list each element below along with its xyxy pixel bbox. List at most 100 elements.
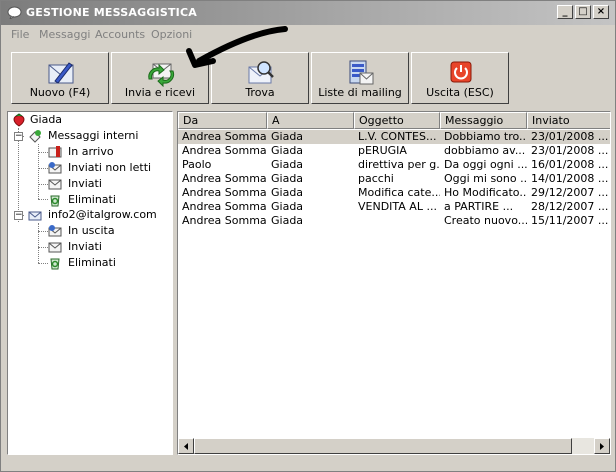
tree-root-label: Giada: [30, 113, 63, 126]
menu-opzioni[interactable]: Opzioni: [151, 28, 192, 41]
column-header-da[interactable]: Da: [178, 112, 267, 129]
arrow-left-icon: [184, 443, 188, 450]
cell-messaggio: Dobbiamo tro...: [444, 130, 527, 143]
title-bar: GESTIONE MESSAGGISTICA _ □ ×: [1, 1, 615, 25]
sent-icon: [48, 242, 62, 253]
new-message-button[interactable]: Nuovo (F4): [11, 52, 109, 104]
cell-oggetto: pERUGIA: [358, 144, 407, 157]
cell-a: Giada: [271, 186, 304, 199]
cell-a: Giada: [271, 158, 304, 171]
exit-icon: [450, 61, 472, 83]
scroll-right-button[interactable]: [594, 438, 610, 454]
menu-bar: File Messaggi Accounts Opzioni: [1, 25, 615, 45]
expander-account[interactable]: −: [14, 211, 23, 220]
tree-folder-label: Messaggi interni: [48, 129, 139, 142]
sent-unread-icon: [48, 162, 62, 174]
cell-da: Andrea Somma...: [182, 172, 267, 185]
cell-oggetto: pacchi: [358, 172, 394, 185]
cell-messaggio: dobbiamo av...: [444, 144, 526, 157]
cell-inviato: 16/01/2008 ...: [531, 158, 609, 171]
tree-item-label: Eliminati: [68, 256, 116, 269]
minimize-button[interactable]: _: [557, 5, 573, 19]
cell-da: Andrea Somma...: [182, 186, 267, 199]
cell-inviato: 23/01/2008 ...: [531, 144, 609, 157]
strawberry-icon: [13, 113, 25, 127]
menu-file[interactable]: File: [11, 28, 29, 41]
internal-messages-icon: [29, 130, 41, 143]
maximize-button[interactable]: □: [575, 5, 591, 19]
table-row[interactable]: Andrea Somma... Giada L.V. CONTES... Dobbia…: [178, 130, 610, 144]
exit-button[interactable]: Uscita (ESC): [411, 52, 509, 104]
arrow-right-icon: [600, 443, 604, 450]
new-message-label: Nuovo (F4): [29, 86, 91, 99]
main-window: GESTIONE MESSAGGISTICA _ □ × File Messag…: [0, 0, 616, 472]
cell-da: Andrea Somma...: [182, 200, 267, 213]
tree-item-label: Inviati non letti: [68, 161, 152, 174]
cell-oggetto: direttiva per g...: [358, 158, 440, 171]
cell-oggetto: L.V. CONTES...: [358, 130, 437, 143]
cell-a: Giada: [271, 200, 304, 213]
mailing-list-label: Liste di mailing: [318, 86, 402, 99]
find-button[interactable]: Trova: [211, 52, 309, 104]
recycle-bin-icon: [50, 258, 60, 270]
cell-messaggio: Ho Modificato...: [444, 186, 527, 199]
send-receive-label: Invia e ricevi: [124, 86, 196, 99]
cell-da: Paolo: [182, 158, 212, 171]
cell-messaggio: Oggi mi sono ...: [444, 172, 527, 185]
cell-inviato: 15/11/2007 ...: [531, 214, 609, 227]
mailing-list-button[interactable]: Liste di mailing: [311, 52, 409, 104]
send-receive-icon: [148, 63, 175, 87]
scroll-thumb[interactable]: [194, 438, 572, 454]
cell-messaggio: a PARTIRE ...: [444, 200, 514, 213]
horizontal-scrollbar[interactable]: [178, 438, 610, 454]
find-label: Trova: [245, 86, 275, 99]
table-row[interactable]: Andrea Somma... Giada VENDITA AL ... a PART…: [178, 200, 610, 214]
cell-inviato: 23/01/2008 ...: [531, 130, 609, 143]
menu-messaggi[interactable]: Messaggi: [39, 28, 90, 41]
recycle-bin-icon: [50, 195, 60, 207]
scroll-left-button[interactable]: [178, 438, 194, 454]
tree-item-label: In uscita: [68, 224, 115, 237]
cell-da: Andrea Somma...: [182, 130, 267, 143]
column-header-oggetto[interactable]: Oggetto: [354, 112, 440, 129]
tree-item-label: Eliminati: [68, 193, 116, 206]
find-icon: [248, 61, 274, 84]
cell-messaggio: Creato nuovo...: [444, 214, 527, 227]
outbox-icon: [48, 225, 62, 237]
tree-item-label: Inviati: [68, 177, 102, 190]
app-icon: [7, 6, 22, 19]
new-message-icon: [48, 62, 74, 84]
cell-inviato: 28/12/2007 ...: [531, 200, 609, 213]
cell-oggetto: Modifica cate...: [358, 186, 440, 199]
tree-item-label: Inviati: [68, 240, 102, 253]
send-receive-button[interactable]: Invia e ricevi: [111, 52, 209, 104]
window-title: GESTIONE MESSAGGISTICA: [26, 6, 197, 19]
folder-tree: Giada − Messaggi interni In arrivo Invia…: [7, 111, 173, 455]
expander-messaggi-interni[interactable]: −: [14, 132, 23, 141]
close-button[interactable]: ×: [593, 5, 609, 19]
message-list: Da A Oggetto Messaggio Inviato Andrea So…: [177, 111, 611, 455]
column-header-messaggio[interactable]: Messaggio: [440, 112, 527, 129]
cell-da: Andrea Somma...: [182, 144, 267, 157]
column-header-inviato[interactable]: Inviato: [527, 112, 610, 129]
cell-a: Giada: [271, 214, 304, 227]
cell-a: Giada: [271, 144, 304, 157]
toolbar: Nuovo (F4) Invia e ricevi Trova Liste di…: [7, 49, 611, 107]
exit-label: Uscita (ESC): [426, 86, 494, 99]
cell-inviato: 14/01/2008 ...: [531, 172, 609, 185]
cell-inviato: 29/12/2007 ...: [531, 186, 609, 199]
table-row[interactable]: Andrea Somma... Giada Modifica cate... Ho M…: [178, 186, 610, 200]
menu-accounts[interactable]: Accounts: [95, 28, 145, 41]
tree-folder-label: info2@italgrow.com: [48, 208, 157, 221]
sent-icon: [48, 179, 62, 190]
cell-da: Andrea Somma...: [182, 214, 267, 227]
table-row[interactable]: Andrea Somma... Giada pacchi Oggi mi sono .…: [178, 172, 610, 186]
cell-a: Giada: [271, 172, 304, 185]
table-row[interactable]: Paolo Giada direttiva per g... Da oggi ogni…: [178, 158, 610, 172]
account-icon: [28, 211, 42, 221]
table-row[interactable]: Andrea Somma... Giada Creato nuovo... 15/11…: [178, 214, 610, 228]
cell-a: Giada: [271, 130, 304, 143]
tree-item-label: In arrivo: [68, 145, 114, 158]
table-row[interactable]: Andrea Somma... Giada pERUGIA dobbiamo av..…: [178, 144, 610, 158]
column-header-a[interactable]: A: [267, 112, 354, 129]
